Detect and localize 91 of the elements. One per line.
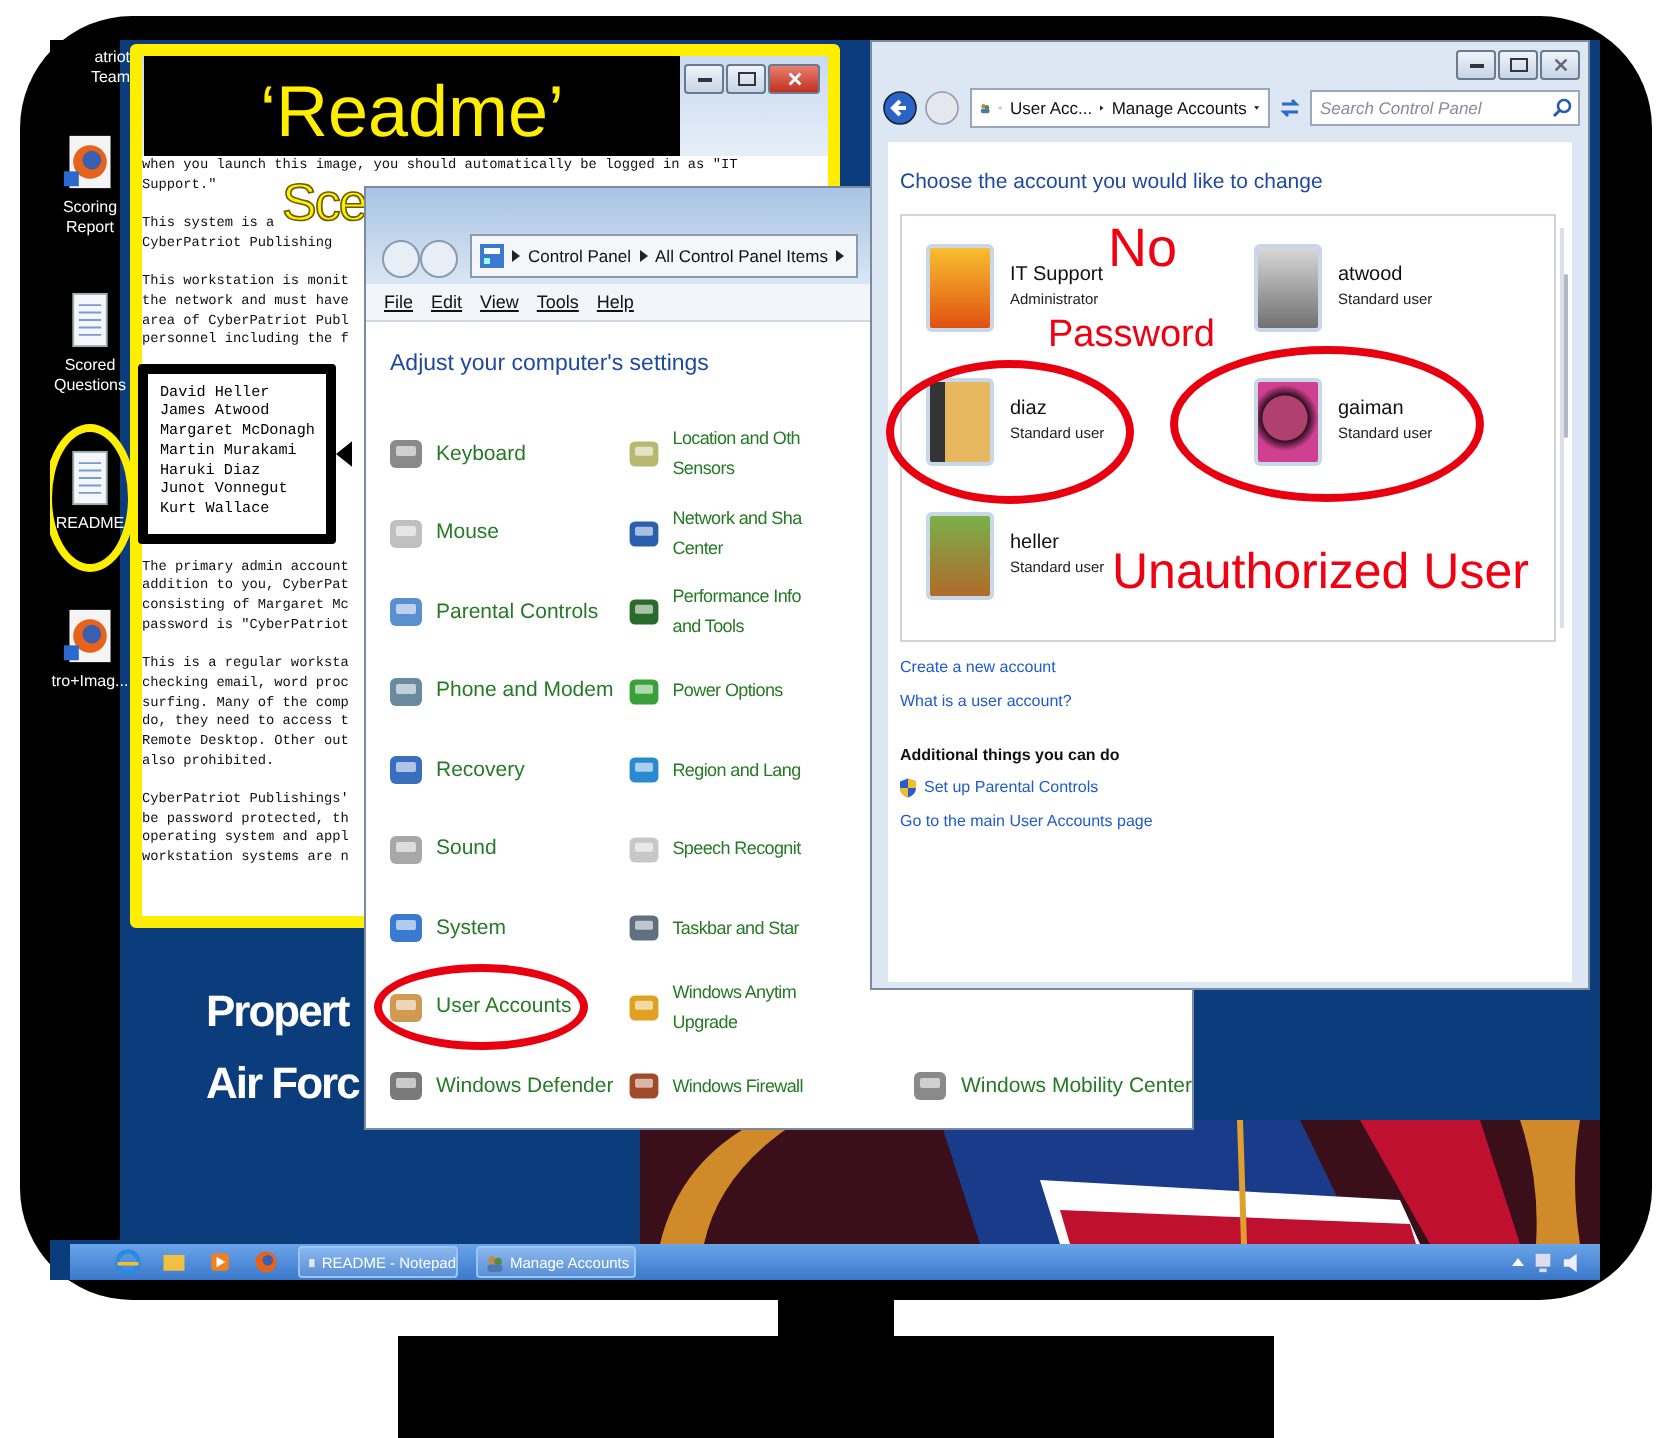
minimize-button[interactable] xyxy=(1456,50,1496,80)
menu-item[interactable]: Tools xyxy=(536,292,579,312)
desktop-icon-label[interactable]: atriot xyxy=(94,48,130,68)
applet-link[interactable]: System xyxy=(436,913,507,944)
applet-icon xyxy=(626,594,663,631)
close-icon xyxy=(785,70,803,88)
maximize-button[interactable] xyxy=(726,64,766,94)
back-button[interactable] xyxy=(882,90,918,126)
menu-item[interactable]: Edit xyxy=(431,292,463,312)
breadcrumb-item[interactable]: Control Panel xyxy=(528,246,632,266)
account-name[interactable]: atwood xyxy=(1338,262,1403,288)
search-field[interactable]: Search Control Panel xyxy=(1310,90,1580,126)
desktop-icon-label[interactable]: Report xyxy=(65,218,114,238)
desktop-icon-label[interactable]: Scored xyxy=(64,356,116,376)
readme-callout: ‘Readme’ xyxy=(144,56,680,156)
search-icon[interactable] xyxy=(1552,98,1572,118)
applet-link[interactable]: Windows Mobility Center xyxy=(960,1071,1192,1102)
page-heading: Adjust your computer's settings xyxy=(390,352,709,380)
dropdown-arrow-icon[interactable] xyxy=(1254,104,1261,112)
applet-icon xyxy=(626,989,663,1026)
applet-icon xyxy=(626,752,663,789)
applet-icon xyxy=(626,673,663,710)
link[interactable]: Create a new account xyxy=(900,650,1056,684)
applet-icon xyxy=(626,831,663,868)
applet-icon xyxy=(626,910,663,947)
applet-link[interactable]: Power Options xyxy=(672,676,783,707)
account-name[interactable]: heller xyxy=(1010,530,1059,556)
refresh-icon[interactable] xyxy=(1276,94,1304,122)
wallpaper-text: Propert xyxy=(206,984,349,1040)
annotation-text: No xyxy=(1108,218,1178,278)
applet-link[interactable]: Sound xyxy=(436,834,497,865)
wallpaper-text: Air Forc xyxy=(206,1056,359,1112)
menu-item[interactable]: View xyxy=(480,292,519,312)
control-panel-icon xyxy=(480,244,504,268)
annotation-text: Password xyxy=(1048,316,1215,354)
applet-link[interactable]: User Accounts xyxy=(436,992,572,1023)
link[interactable]: Go to the main User Accounts page xyxy=(900,804,1153,838)
close-icon xyxy=(1551,56,1569,74)
media-player-icon[interactable] xyxy=(206,1248,234,1276)
applet-link[interactable]: Keyboard xyxy=(436,439,526,470)
account-name[interactable]: gaiman xyxy=(1338,396,1404,422)
applet-link[interactable]: Phone and Modem xyxy=(436,676,614,707)
close-button[interactable] xyxy=(1540,50,1580,80)
applet-link[interactable]: Windows Firewall xyxy=(672,1071,803,1102)
chevron-icon xyxy=(512,250,520,262)
applet-link[interactable]: Speech Recognit xyxy=(672,834,801,865)
desktop-icon-label[interactable]: Questions xyxy=(53,376,127,396)
applet-link[interactable]: Network and Sha Center xyxy=(672,503,802,564)
network-icon[interactable] xyxy=(1532,1251,1554,1273)
address-bar[interactable]: User Acc... Manage Accounts xyxy=(970,88,1270,128)
account-name[interactable]: diaz xyxy=(1010,396,1047,422)
applet-link[interactable]: Windows Anytim Upgrade xyxy=(672,977,797,1038)
applet-icon xyxy=(626,515,663,552)
desktop-icon-label[interactable]: Scoring xyxy=(62,198,118,218)
close-button[interactable] xyxy=(768,64,820,94)
minimize-button[interactable] xyxy=(684,64,724,94)
desktop-icon-label[interactable]: README xyxy=(55,514,125,534)
address-bar[interactable]: Control Panel All Control Panel Items xyxy=(470,234,858,278)
link[interactable]: Set up Parental Controls xyxy=(924,770,1099,804)
shield-icon xyxy=(900,777,916,797)
users-icon xyxy=(486,1251,504,1273)
breadcrumb-item[interactable]: All Control Panel Items xyxy=(655,246,828,266)
chevron-icon xyxy=(639,250,648,262)
applet-icon xyxy=(626,1068,663,1105)
chevron-icon xyxy=(835,250,844,262)
applet-link[interactable]: Windows Defender xyxy=(436,1071,614,1102)
applet-link[interactable]: Performance Info and Tools xyxy=(672,582,801,643)
link[interactable]: What is a user account? xyxy=(900,684,1072,718)
scrollbar[interactable] xyxy=(1560,228,1564,628)
avatar-picture[interactable] xyxy=(926,378,994,466)
breadcrumb-item[interactable]: User Acc... xyxy=(1009,98,1093,118)
desktop-icon-label[interactable]: Team xyxy=(90,68,130,88)
page-heading: Choose the account you would like to change xyxy=(900,170,1323,194)
desktop-icon-label[interactable]: tro+Imag... xyxy=(51,672,129,692)
applet-link[interactable]: Recovery xyxy=(436,755,525,786)
account-name[interactable]: IT Support xyxy=(1010,262,1104,288)
section-title: Additional things you can do xyxy=(900,744,1120,768)
scenario-annotation-text: Sce xyxy=(282,176,366,228)
applet-icon xyxy=(626,436,663,473)
avatar-picture[interactable] xyxy=(1254,378,1322,466)
applet-link[interactable]: Location and Oth Sensors xyxy=(672,424,800,485)
breadcrumb-item[interactable]: Manage Accounts xyxy=(1111,98,1247,118)
applet-link[interactable]: Taskbar and Star xyxy=(672,913,799,944)
maximize-button[interactable] xyxy=(1498,50,1538,80)
menu-item[interactable]: File xyxy=(384,292,414,312)
applet-link[interactable]: Parental Controls xyxy=(436,597,599,628)
annotation-text: Unauthorized User xyxy=(1112,542,1529,602)
applet-link[interactable]: Region and Lang xyxy=(672,755,801,786)
applet-link[interactable]: Mouse xyxy=(436,518,500,549)
menu-item[interactable]: Help xyxy=(596,292,634,312)
tray-arrow-icon[interactable] xyxy=(1512,1258,1524,1266)
